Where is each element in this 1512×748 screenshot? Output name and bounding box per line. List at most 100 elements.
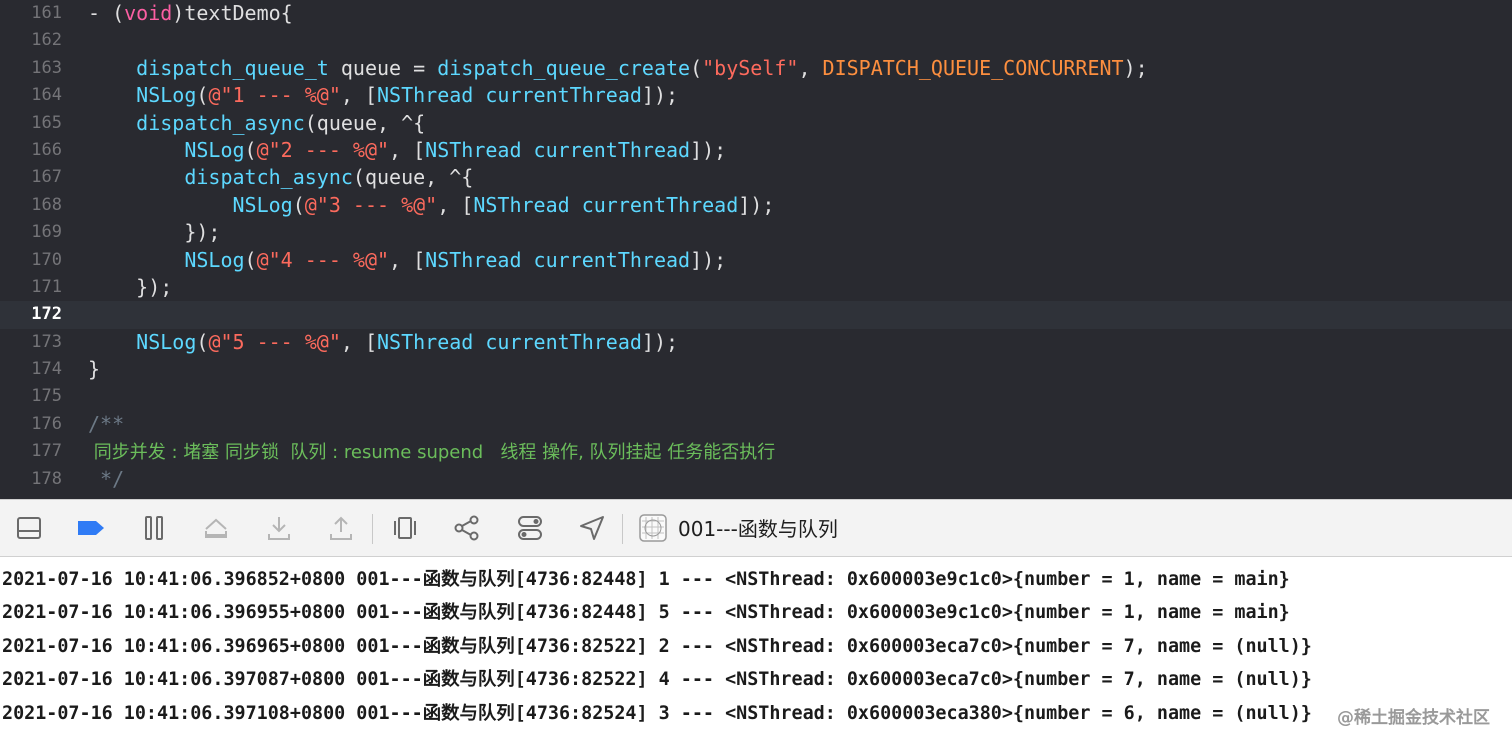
code-token: NSThread bbox=[473, 192, 570, 217]
line-number: 167 bbox=[31, 167, 62, 188]
code-token: dispatch_queue_t bbox=[136, 55, 329, 80]
code-text: NSLog(@"3 --- %@", [NSThread currentThre… bbox=[88, 192, 775, 219]
code-line[interactable]: 167 dispatch_async(queue, ^{ bbox=[0, 164, 1512, 191]
breakpoints-toggle-button[interactable] bbox=[76, 513, 106, 543]
code-line[interactable]: 161 - (void)textDemo{ bbox=[0, 0, 1512, 27]
code-token: }); bbox=[88, 274, 173, 299]
line-number: 163 bbox=[31, 57, 62, 78]
code-token: NSThread bbox=[377, 329, 474, 354]
code-line[interactable]: 170 NSLog(@"4 --- %@", [NSThread current… bbox=[0, 247, 1512, 274]
code-token: void bbox=[124, 1, 173, 25]
code-token: ( bbox=[244, 137, 257, 162]
code-line[interactable]: 162 bbox=[0, 27, 1512, 54]
code-line[interactable]: 163 dispatch_queue_t queue = dispatch_qu… bbox=[0, 55, 1512, 82]
code-line[interactable]: 175 bbox=[0, 383, 1512, 410]
environment-overrides-button[interactable] bbox=[515, 513, 545, 543]
memory-graph-icon bbox=[454, 515, 479, 541]
line-number: 166 bbox=[31, 139, 62, 160]
code-token: queue = bbox=[328, 55, 438, 80]
line-number: 161 bbox=[31, 3, 62, 23]
code-token: NSThread bbox=[425, 137, 522, 162]
code-text: NSLog(@"1 --- %@", [NSThread currentThre… bbox=[88, 82, 678, 109]
simulate-location-button[interactable] bbox=[577, 513, 607, 543]
location-arrow-icon bbox=[580, 516, 604, 540]
code-line[interactable]: 169 }); bbox=[0, 219, 1512, 246]
code-token: - ( bbox=[88, 1, 125, 25]
code-token: currentThread bbox=[533, 247, 691, 272]
code-token: @"5 --- %@" bbox=[208, 329, 341, 354]
code-line[interactable]: 174} bbox=[0, 356, 1512, 383]
code-token: ( bbox=[690, 55, 703, 80]
memory-graph-button[interactable] bbox=[452, 513, 482, 543]
code-line[interactable]: 168 NSLog(@"3 --- %@", [NSThread current… bbox=[0, 192, 1512, 219]
code-token: ( bbox=[244, 247, 257, 272]
code-text: /** bbox=[88, 411, 124, 438]
code-text: }); bbox=[88, 274, 172, 301]
code-token: currentThread bbox=[485, 83, 642, 108]
code-token: NSLog bbox=[184, 137, 245, 162]
line-number: 170 bbox=[31, 249, 62, 270]
code-token: @"1 --- %@" bbox=[208, 83, 341, 108]
line-number: 175 bbox=[31, 386, 62, 407]
code-token: ]); bbox=[641, 83, 679, 108]
code-token: , bbox=[798, 55, 823, 80]
code-token: currentThread bbox=[581, 192, 739, 217]
code-text: dispatch_queue_t queue = dispatch_queue_… bbox=[88, 55, 1148, 82]
toolbar-divider bbox=[622, 514, 623, 544]
code-token: currentThread bbox=[485, 329, 642, 354]
step-into-button[interactable] bbox=[264, 513, 294, 543]
line-number: 174 bbox=[31, 359, 62, 380]
code-line[interactable]: 173 NSLog(@"5 --- %@", [NSThread current… bbox=[0, 329, 1512, 356]
toolbar-divider bbox=[372, 514, 373, 544]
console-log-line: 2021-07-16 10:41:06.397108+0800 001---函数… bbox=[2, 702, 1312, 724]
target-app-button[interactable] bbox=[638, 513, 668, 543]
code-token: NSLog bbox=[232, 192, 293, 217]
view-hierarchy-button[interactable] bbox=[390, 513, 420, 543]
code-token: dispatch_async bbox=[184, 165, 353, 190]
console-output[interactable]: @稀土掘金技术社区 2021-07-16 10:41:06.396852+0800… bbox=[0, 557, 1512, 748]
code-text: 同步并发 : 堵塞 同步锁 队列 : resume supend 线程 操作, … bbox=[88, 438, 776, 466]
debug-target-title: 001---函数与队列 bbox=[678, 517, 838, 541]
code-line[interactable]: 165 dispatch_async(queue, ^{ bbox=[0, 110, 1512, 137]
line-number: 178 bbox=[31, 468, 62, 489]
code-token: NSLog bbox=[136, 329, 197, 354]
code-line[interactable]: 172 bbox=[0, 301, 1512, 329]
code-line[interactable]: 164 NSLog(@"1 --- %@", [NSThread current… bbox=[0, 82, 1512, 109]
code-token: NSLog bbox=[184, 247, 245, 272]
code-token: , [ bbox=[437, 192, 474, 217]
target-app-icon bbox=[639, 514, 667, 542]
code-token: } bbox=[88, 357, 101, 382]
code-line[interactable]: 166 NSLog(@"2 --- %@", [NSThread current… bbox=[0, 137, 1512, 164]
code-token: @"4 --- %@" bbox=[256, 247, 390, 272]
code-token: NSThread bbox=[425, 247, 522, 272]
code-line[interactable]: 176 /** bbox=[0, 411, 1512, 438]
line-number: 168 bbox=[31, 194, 62, 215]
code-token: ]); bbox=[690, 247, 727, 272]
code-editor[interactable]: 161 - (void)textDemo{ 162 163 dispatch_queu… bbox=[0, 0, 1512, 499]
console-log-line: 2021-07-16 10:41:06.396852+0800 001---函数… bbox=[2, 569, 1290, 590]
pause-button[interactable] bbox=[139, 513, 169, 543]
view-hierarchy-icon bbox=[394, 517, 416, 539]
code-token: @"2 --- %@" bbox=[256, 137, 390, 162]
code-token: (queue, ^{ bbox=[352, 165, 474, 190]
line-number: 176 bbox=[31, 413, 62, 434]
code-token: dispatch_queue_create bbox=[437, 55, 691, 80]
code-token: dispatch_async bbox=[136, 110, 305, 135]
code-text: - (void)textDemo{ bbox=[88, 0, 293, 27]
hide-debug-area-button[interactable] bbox=[14, 513, 44, 543]
step-out-button[interactable] bbox=[326, 513, 356, 543]
code-line[interactable]: 178 */ bbox=[0, 466, 1512, 493]
step-over-button[interactable] bbox=[201, 513, 231, 543]
line-number: 162 bbox=[31, 30, 62, 51]
step-into-icon bbox=[268, 517, 290, 540]
code-line[interactable]: 177 同步并发 : 堵塞 同步锁 队列 : resume supend 线程 … bbox=[0, 438, 1512, 465]
pause-icon bbox=[145, 516, 163, 540]
code-line[interactable]: 171 }); bbox=[0, 274, 1512, 301]
line-number: 171 bbox=[31, 276, 62, 297]
